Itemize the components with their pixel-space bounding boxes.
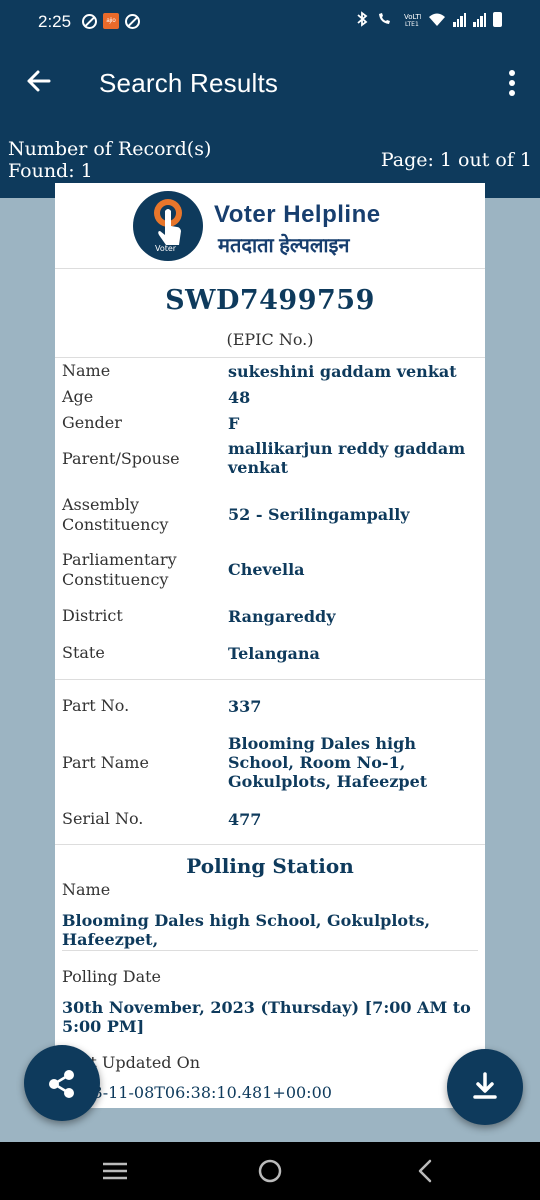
svg-text:Voter: Voter <box>155 244 177 253</box>
detail-value-parent-spouse: mallikarjun reddy gaddam venkat <box>228 439 466 477</box>
detail-value-state: Telangana <box>228 644 320 663</box>
wifi-calling-icon <box>379 13 390 24</box>
signal-2-icon <box>473 13 486 27</box>
signal-1-icon <box>453 13 466 27</box>
nav-back-icon <box>418 1159 432 1183</box>
volte-icon: VoLTELTE1 <box>404 13 421 27</box>
detail-label-age: Age <box>62 387 94 406</box>
detail-label-parliamentary: Parliamentary Constituency <box>62 550 177 589</box>
logo-title-hindi: मतदाता हेल्पलाइन <box>218 235 350 257</box>
record-count: Number of Record(s) Found: 1 <box>8 138 212 182</box>
voter-helpline-logo: Voter Voter Helpline मतदाता हेल्पलाइन <box>55 183 485 269</box>
part-value-number: 337 <box>228 697 262 716</box>
last-updated-label: Last Updated On <box>62 1053 201 1072</box>
system-icons: VoLTELTE1 <box>355 11 502 27</box>
detail-label-district: District <box>62 606 123 625</box>
detail-value-parliamentary: Chevella <box>228 560 305 579</box>
data-saver-icon-2 <box>125 13 140 29</box>
detail-label-name: Name <box>62 361 111 380</box>
detail-value-age: 48 <box>228 388 251 407</box>
divider <box>62 950 478 951</box>
divider <box>55 357 485 358</box>
logo-title-english: Voter Helpline <box>214 201 381 228</box>
system-nav-bar <box>0 1142 540 1200</box>
share-icon <box>49 1070 74 1098</box>
back-button[interactable] <box>22 64 56 98</box>
part-label-number: Part No. <box>62 696 130 715</box>
divider <box>55 679 485 680</box>
part-value-name: Blooming Dales high School, Room No-1, G… <box>228 734 428 791</box>
data-saver-icon <box>82 13 97 29</box>
battery-icon <box>493 12 502 27</box>
detail-label-state: State <box>62 643 105 662</box>
detail-label-parent-spouse: Parent/Spouse <box>62 449 180 468</box>
home-icon <box>258 1159 282 1183</box>
home-button[interactable] <box>255 1156 285 1186</box>
recents-icon <box>103 1162 127 1180</box>
download-icon <box>473 1072 497 1099</box>
status-time: 2:25 <box>38 12 72 31</box>
polling-date-label: Polling Date <box>62 967 161 986</box>
svg-text:VoLTE: VoLTE <box>404 13 421 21</box>
polling-station-name: Blooming Dales high School, Gokulplots, … <box>62 911 431 949</box>
ajio-app-icon: ajio <box>103 13 119 29</box>
polling-station-name-label: Name <box>62 880 111 899</box>
more-options-button[interactable] <box>502 68 522 98</box>
voter-result-card[interactable]: Voter Voter Helpline मतदाता हेल्पलाइन SW… <box>55 183 485 1108</box>
epic-label: (EPIC No.) <box>226 330 314 349</box>
bluetooth-icon <box>357 11 368 27</box>
polling-date: 30th November, 2023 (Thursday) [7:00 AM … <box>62 998 471 1036</box>
detail-value-gender: F <box>228 414 240 433</box>
last-updated-value: 2023-11-08T06:38:10.481+00:00 <box>62 1083 332 1102</box>
notification-icons: ajio <box>82 13 140 29</box>
epic-number: SWD7499759 <box>165 285 375 316</box>
divider <box>55 844 485 845</box>
voter-helpline-logo-icon: Voter <box>133 191 203 261</box>
wifi-icon <box>429 13 445 26</box>
nav-back-button[interactable] <box>410 1156 440 1186</box>
download-button[interactable] <box>447 1049 523 1125</box>
detail-value-assembly: 52 - Serilingampally <box>228 505 410 524</box>
app-bar: Search Results <box>0 44 540 126</box>
page-indicator: Page: 1 out of 1 <box>380 149 532 171</box>
status-bar: 2:25 ajio VoLTELTE1 <box>0 0 540 44</box>
more-vert-icon <box>509 70 515 76</box>
detail-value-district: Rangareddy <box>228 607 336 626</box>
polling-station-title: Polling Station <box>186 854 354 878</box>
page-title: Search Results <box>99 68 279 98</box>
part-label-name: Part Name <box>62 753 149 772</box>
detail-label-assembly: Assembly Constituency <box>62 495 169 534</box>
svg-text:LTE1: LTE1 <box>405 21 419 27</box>
detail-value-name: sukeshini gaddam venkat <box>228 362 457 381</box>
arrow-left-icon <box>27 70 51 92</box>
share-button[interactable] <box>24 1045 100 1121</box>
recents-button[interactable] <box>100 1156 130 1186</box>
part-value-serial: 477 <box>228 810 262 829</box>
detail-label-gender: Gender <box>62 413 122 432</box>
part-label-serial: Serial No. <box>62 809 144 828</box>
